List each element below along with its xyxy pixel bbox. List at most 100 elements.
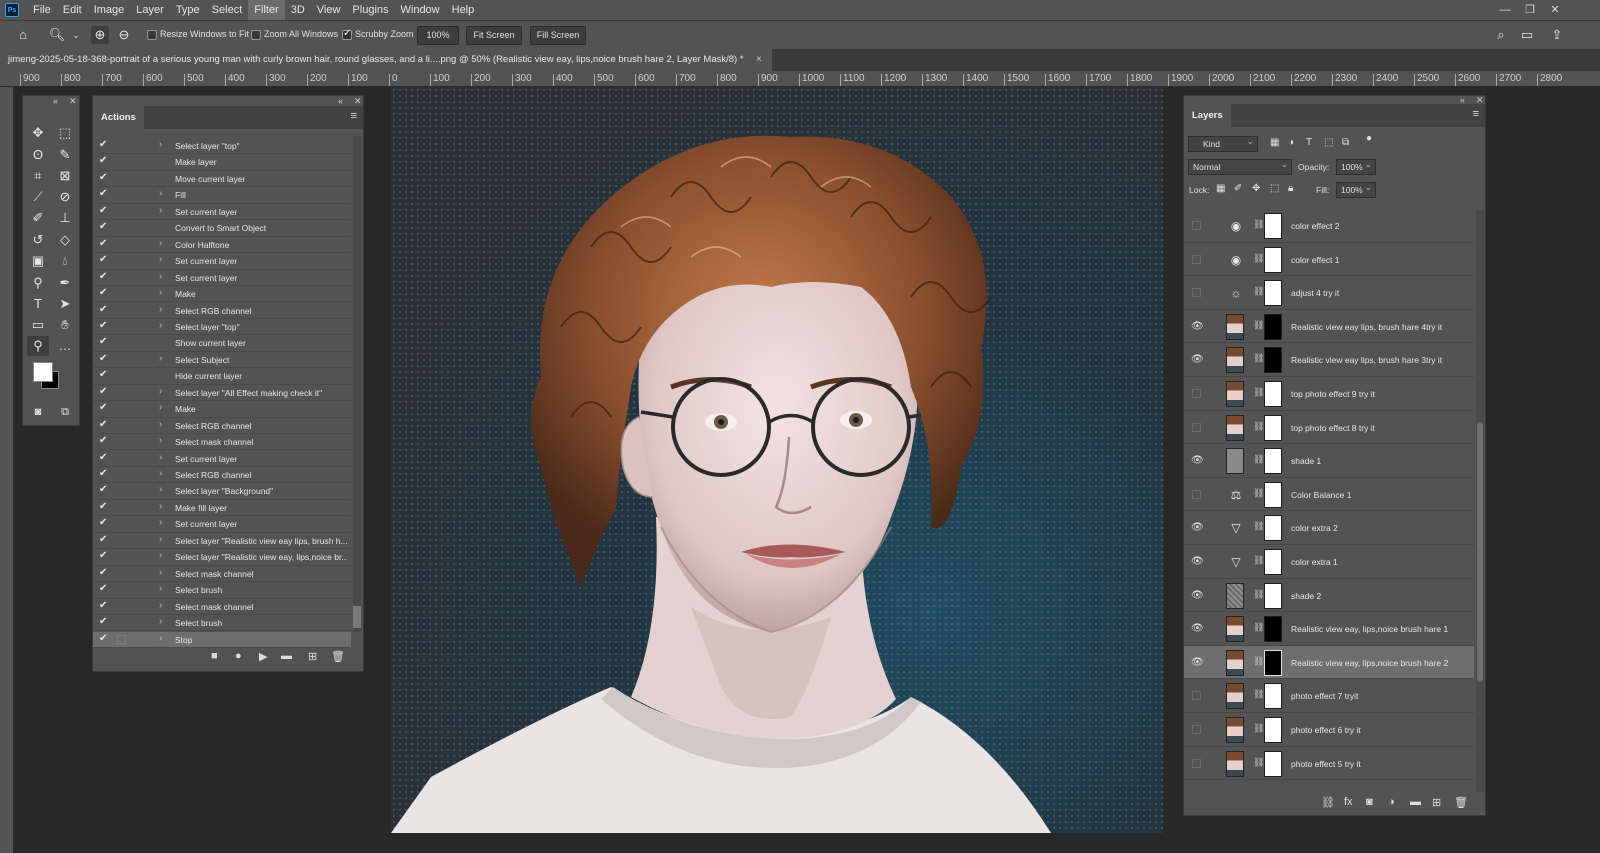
action-toggle-check-icon[interactable]: ✔ [99, 353, 107, 364]
link-layers-icon[interactable]: ⛓︎ [1321, 796, 1335, 809]
collapse-actions-icon[interactable]: « [338, 96, 343, 106]
action-toggle-check-icon[interactable]: ✔ [99, 304, 107, 315]
visibility-eye-icon[interactable] [1192, 489, 1201, 499]
action-toggle-check-icon[interactable]: ✔ [99, 534, 107, 545]
action-toggle-check-icon[interactable]: ✔ [99, 205, 107, 216]
layer-mask-thumbnail[interactable] [1264, 549, 1282, 575]
menu-filter[interactable]: Filter [248, 0, 285, 20]
action-row[interactable]: ✔ › Fill [93, 187, 351, 204]
zoom-out-icon[interactable]: ⊖ [115, 26, 133, 44]
opacity-field[interactable]: 100% [1336, 157, 1376, 175]
lock-position-icon[interactable]: ✥ [1252, 183, 1260, 194]
action-toggle-check-icon[interactable]: ✔ [99, 254, 107, 265]
visibility-eye-icon[interactable]: 👁︎ [1191, 623, 1204, 635]
layer-row[interactable]: 👁︎ ⛓ Realistic view eay lips, brush hare 4… [1184, 310, 1474, 344]
chevron-right-icon[interactable]: › [159, 583, 162, 594]
chevron-right-icon[interactable]: › [159, 320, 162, 331]
chevron-right-icon[interactable]: › [159, 534, 162, 545]
action-toggle-check-icon[interactable]: ✔ [99, 550, 107, 561]
layer-row[interactable]: 👁︎ ⛓ shade 1 [1184, 444, 1474, 478]
layer-mask-thumbnail[interactable] [1264, 280, 1282, 307]
layer-mask-thumbnail[interactable] [1264, 515, 1282, 542]
menu-type[interactable]: Type [170, 0, 206, 20]
action-toggle-check-icon[interactable]: ✔ [99, 139, 107, 150]
chevron-right-icon[interactable]: › [159, 386, 162, 397]
visibility-eye-icon[interactable] [1192, 221, 1201, 230]
action-toggle-check-icon[interactable]: ✔ [99, 172, 107, 183]
layer-row[interactable]: ⛓ top photo effect 8 try it [1184, 411, 1474, 445]
layer-mask-thumbnail[interactable] [1264, 683, 1282, 710]
zoom-in-icon[interactable]: ⊕ [91, 26, 109, 44]
resize-windows-checkbox[interactable] [147, 30, 157, 40]
menu-select[interactable]: Select [206, 0, 249, 20]
action-dialog-toggle[interactable] [117, 634, 126, 644]
healing-brush-icon[interactable]: ⊘ [54, 187, 76, 207]
filter-pixel-icon[interactable]: ▦ [1270, 137, 1279, 148]
action-toggle-check-icon[interactable]: ✔ [99, 468, 107, 479]
layer-mask-thumbnail[interactable] [1264, 313, 1282, 340]
action-toggle-check-icon[interactable]: ✔ [99, 484, 107, 495]
layer-mask-thumbnail[interactable] [1264, 616, 1282, 643]
action-row[interactable]: ✔ › Select layer "top" [93, 138, 351, 155]
chevron-right-icon[interactable]: › [159, 501, 162, 512]
actions-tab[interactable]: Actions [93, 106, 144, 129]
mask-link-icon[interactable]: ⛓ [1253, 589, 1264, 600]
action-toggle-check-icon[interactable]: ✔ [99, 517, 107, 528]
action-toggle-check-icon[interactable]: ✔ [99, 616, 107, 627]
scrubby-zoom-checkbox[interactable] [342, 28, 352, 40]
action-row[interactable]: ✔ Move current layer [93, 171, 351, 188]
layer-style-icon[interactable]: fx [1344, 796, 1353, 808]
action-row[interactable]: ✔ › Select layer "All Effect making check … [93, 385, 351, 402]
chevron-right-icon[interactable]: › [159, 550, 162, 561]
chevron-right-icon[interactable]: › [159, 468, 162, 479]
frame-tool-icon[interactable]: ⊠ [54, 166, 76, 186]
brush-tool-icon[interactable]: ✐ [27, 208, 49, 228]
layer-mask-thumbnail[interactable] [1264, 481, 1282, 508]
action-toggle-check-icon[interactable]: ✔ [99, 238, 107, 249]
zoom-tool-icon[interactable]: 🔍︎ [48, 26, 66, 44]
new-action-icon[interactable]: ⊞ [308, 650, 317, 663]
adjustment-layer-icon[interactable]: ◑ [1388, 796, 1395, 808]
layer-row[interactable]: 👁︎ ▽ ⛓ color extra 1 [1184, 545, 1474, 579]
mask-link-icon[interactable]: ⛓ [1253, 723, 1264, 734]
close-icon[interactable]: ✕ [1543, 0, 1567, 20]
layer-mask-thumbnail[interactable] [1264, 213, 1282, 239]
path-selection-icon[interactable]: ➤ [54, 294, 76, 314]
eraser-tool-icon[interactable]: ◇ [54, 230, 76, 250]
screen-mode-icon[interactable]: ⧉ [54, 402, 76, 422]
layer-mask-thumbnail[interactable] [1264, 649, 1282, 676]
action-row[interactable]: ✔ › Select Subject [93, 352, 351, 369]
stop-icon[interactable]: ■ [211, 650, 218, 662]
action-row[interactable]: ✔ › Color Halftone [93, 237, 351, 254]
visibility-eye-icon[interactable] [1192, 725, 1201, 734]
action-row[interactable]: ✔ › Make [93, 286, 351, 303]
document-tab[interactable]: jimeng-2025-05-18-368-portrait of a seri… [0, 49, 772, 71]
action-row[interactable]: ✔ › Select layer "Realistic view eay, lips… [93, 549, 351, 566]
layers-tab[interactable]: Layers [1184, 104, 1231, 127]
action-toggle-check-icon[interactable]: ✔ [99, 369, 107, 380]
action-row[interactable]: ✔ Make layer [93, 154, 351, 171]
history-brush-icon[interactable]: ↺ [27, 230, 49, 250]
action-toggle-check-icon[interactable]: ✔ [99, 501, 107, 512]
gradient-tool-icon[interactable]: ▣ [27, 251, 49, 271]
restore-icon[interactable]: ❐ [1518, 0, 1542, 20]
action-row[interactable]: ✔ › Set current layer [93, 270, 351, 286]
share-icon[interactable]: ⇪ [1548, 26, 1566, 44]
mask-link-icon[interactable]: ⛓ [1253, 488, 1264, 499]
visibility-eye-icon[interactable] [1192, 288, 1201, 298]
visibility-eye-icon[interactable]: 👁︎ [1191, 657, 1204, 669]
action-row[interactable]: ✔ › Select layer "top" [93, 319, 351, 336]
action-row[interactable]: ✔ › Select brush [93, 582, 351, 599]
layer-mask-thumbnail[interactable] [1264, 750, 1282, 777]
filter-toggle-icon[interactable]: ● [1366, 133, 1372, 144]
mask-link-icon[interactable]: ⛓ [1253, 320, 1264, 331]
visibility-eye-icon[interactable] [1192, 254, 1201, 264]
zoom-tool-icon[interactable]: ⚲ [27, 336, 49, 356]
chevron-right-icon[interactable]: › [159, 402, 162, 413]
filter-smart-object-icon[interactable]: ⧉ [1342, 137, 1349, 148]
fill-field[interactable]: 100% [1336, 180, 1376, 198]
document-canvas[interactable] [391, 87, 1163, 833]
mask-link-icon[interactable]: ⛓ [1253, 757, 1264, 768]
mask-link-icon[interactable]: ⛓ [1253, 353, 1264, 364]
action-row[interactable]: ✔ › Select brush [93, 615, 351, 632]
